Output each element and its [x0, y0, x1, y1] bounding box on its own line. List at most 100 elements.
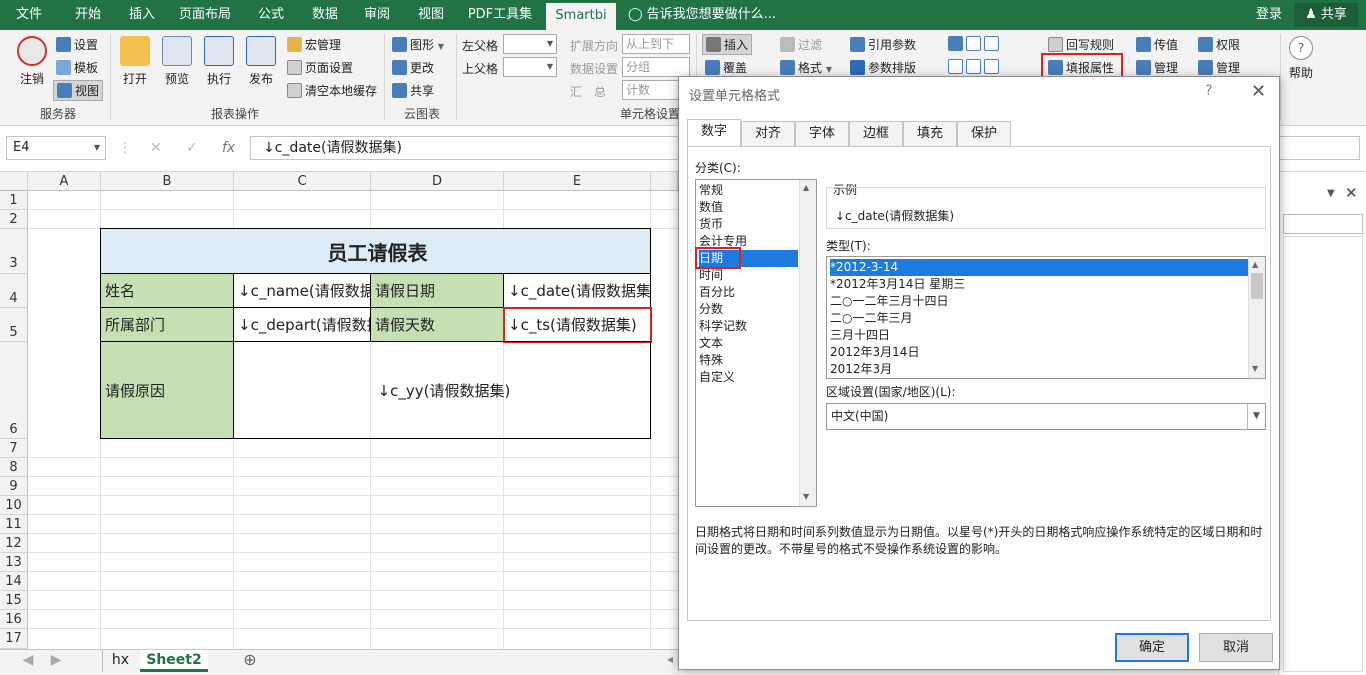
tab-smartbi[interactable]: Smartbi	[546, 3, 616, 30]
reason-label-cell[interactable]: 请假原因	[100, 341, 234, 439]
date-value-cell[interactable]: ↓c_date(请假数据集)	[503, 273, 651, 308]
row-header-15[interactable]: 15	[0, 591, 28, 610]
row-header-1[interactable]: 1	[0, 191, 28, 210]
dropdown-control-icon[interactable]	[966, 36, 981, 51]
help-button[interactable]: ? 帮助	[1284, 36, 1318, 81]
category-item[interactable]: 时间	[699, 267, 723, 284]
row-header-17[interactable]: 17	[0, 629, 28, 649]
row-header-13[interactable]: 13	[0, 553, 28, 572]
type-scrollbar[interactable]: ▲ ▼	[1248, 257, 1265, 378]
name-label-cell[interactable]: 姓名	[100, 273, 234, 308]
change-button[interactable]: 更改	[392, 59, 434, 76]
cloud-share-button[interactable]: 共享	[392, 82, 434, 99]
data-setting-select[interactable]: 分组	[622, 57, 690, 77]
category-item[interactable]: 百分比	[699, 284, 735, 301]
chart-button[interactable]: 图形 ▼	[392, 36, 444, 53]
page-setup-button[interactable]: 页面设置	[287, 59, 353, 76]
row-header-7[interactable]: 7	[0, 439, 28, 458]
settings-button[interactable]: 设置	[56, 36, 98, 53]
expand-direction-select[interactable]: 从上到下	[622, 34, 690, 54]
tab-fill[interactable]: 填充	[903, 121, 957, 146]
scroll-up-icon[interactable]: ▲	[1252, 260, 1258, 269]
text-control-icon[interactable]	[984, 59, 999, 74]
view-button[interactable]: 视图	[53, 80, 104, 101]
next-sheet-icon[interactable]: ▶	[46, 650, 66, 672]
share-button[interactable]: ♟ 共享	[1294, 3, 1358, 27]
row-header-4[interactable]: 4	[0, 274, 28, 308]
tab-data[interactable]: 数据	[302, 0, 348, 30]
ref-param-button[interactable]: 引用参数	[850, 36, 916, 53]
filter-button[interactable]: 过滤	[780, 36, 822, 53]
tab-formulas[interactable]: 公式	[248, 0, 294, 30]
category-item[interactable]: 货币	[699, 216, 723, 233]
list-control-icon[interactable]	[948, 59, 963, 74]
row-header-6[interactable]: 6	[0, 342, 28, 439]
row-header-8[interactable]: 8	[0, 458, 28, 477]
tab-file[interactable]: 文件	[6, 0, 52, 30]
tab-pdf-tools[interactable]: PDF工具集	[462, 0, 538, 30]
cover-button[interactable]: 覆盖	[705, 59, 747, 76]
category-item[interactable]: 特殊	[699, 352, 723, 369]
control-icons-row1[interactable]	[948, 36, 1002, 51]
sheet-tab-hx[interactable]: hx	[102, 650, 138, 672]
col-header-d[interactable]: D	[371, 172, 504, 191]
dept-label-cell[interactable]: 所属部门	[100, 307, 234, 342]
macro-manage-button[interactable]: 宏管理	[287, 36, 341, 53]
dept-value-cell[interactable]: ↓c_depart(请假数据集)	[233, 307, 371, 342]
manage-button[interactable]: 管理	[1136, 59, 1178, 76]
tab-font[interactable]: 字体	[795, 121, 849, 146]
help-icon[interactable]: ?	[1205, 83, 1212, 99]
reason-value-cell[interactable]: ↓c_yy(请假数据集)	[233, 341, 651, 439]
tab-border[interactable]: 边框	[849, 121, 903, 146]
row-header-5[interactable]: 5	[0, 308, 28, 342]
row-header-2[interactable]: 2	[0, 210, 28, 229]
insert-button[interactable]: 插入	[702, 34, 753, 55]
add-sheet-icon[interactable]: ⊕	[238, 650, 262, 672]
tab-alignment[interactable]: 对齐	[741, 121, 795, 146]
left-parent-select[interactable]: ▼	[503, 34, 557, 54]
category-item[interactable]: 常规	[699, 182, 723, 199]
pane-close-icon[interactable]: ✕	[1345, 184, 1358, 202]
logout-button[interactable]: 注销	[12, 36, 52, 87]
type-item[interactable]: *2012年3月14日 星期三	[830, 276, 965, 293]
control-icons-row2[interactable]	[948, 59, 1002, 74]
ok-button[interactable]: 确定	[1115, 633, 1189, 662]
col-header-a[interactable]: A	[28, 172, 101, 191]
checkbox-control-icon[interactable]	[984, 36, 999, 51]
type-item[interactable]: 二○一二年三月十四日	[830, 293, 948, 310]
top-parent-select[interactable]: ▼	[503, 57, 557, 77]
tab-page-layout[interactable]: 页面布局	[172, 0, 238, 30]
format-button[interactable]: 格式 ▼	[780, 59, 832, 76]
close-icon[interactable]: ✕	[1251, 81, 1266, 102]
locale-select[interactable]: 中文(中国) ▼	[826, 403, 1266, 430]
permission-button[interactable]: 权限	[1198, 36, 1240, 53]
confirm-icon[interactable]: ✓	[186, 136, 198, 160]
col-header-c[interactable]: C	[234, 172, 371, 191]
sheet-tab-sheet2[interactable]: Sheet2	[140, 650, 208, 672]
type-list[interactable]: *2012-3-14 *2012年3月14日 星期三 二○一二年三月十四日 二○…	[826, 256, 1266, 379]
row-header-11[interactable]: 11	[0, 515, 28, 534]
scroll-down-icon[interactable]: ▼	[1252, 364, 1258, 373]
row-header-12[interactable]: 12	[0, 534, 28, 553]
col-header-f[interactable]	[651, 172, 678, 191]
scroll-down-icon[interactable]: ▼	[803, 492, 809, 501]
scroll-thumb[interactable]	[1251, 273, 1263, 299]
row-header-14[interactable]: 14	[0, 572, 28, 591]
row-header-10[interactable]: 10	[0, 496, 28, 515]
login-link[interactable]: 登录	[1256, 0, 1282, 30]
category-list[interactable]: 常规 数值 货币 会计专用 日期 时间 百分比 分数 科学记数 文本 特殊 自定…	[695, 179, 817, 507]
select-all-corner[interactable]	[0, 172, 28, 191]
cancel-button[interactable]: 取消	[1199, 633, 1273, 662]
tell-me-box[interactable]: ◯ 告诉我您想要做什么...	[628, 0, 776, 30]
open-button[interactable]: 打开	[115, 36, 155, 87]
cancel-icon[interactable]: ✕	[150, 136, 162, 160]
publish-button[interactable]: 发布	[241, 36, 281, 87]
tab-insert[interactable]: 插入	[118, 0, 166, 30]
category-item[interactable]: 科学记数	[699, 318, 747, 335]
preview-button[interactable]: 预览	[157, 36, 197, 87]
category-item[interactable]: 数值	[699, 199, 723, 216]
manage2-button[interactable]: 管理	[1198, 59, 1240, 76]
tab-view[interactable]: 视图	[408, 0, 454, 30]
date-label-cell[interactable]: 请假日期	[370, 273, 504, 308]
tab-home[interactable]: 开始	[64, 0, 112, 30]
